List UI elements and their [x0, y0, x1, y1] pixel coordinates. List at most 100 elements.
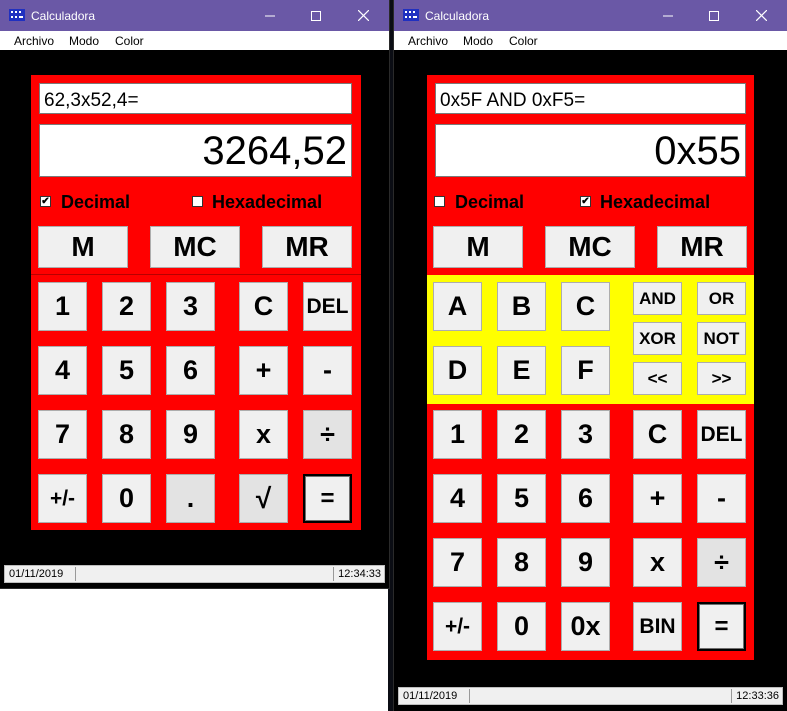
status-spacer [75, 567, 334, 581]
key-0[interactable]: 0 [497, 602, 546, 651]
minimize-icon [265, 15, 275, 16]
key-4[interactable]: 4 [38, 346, 87, 395]
hex-key-a[interactable]: A [433, 282, 482, 331]
calculator-panel: 0x5F AND 0xF5= 0x55 Decimal ✔ Hexadecima… [427, 75, 754, 660]
memory-clear-button[interactable]: MC [150, 226, 240, 268]
divider [31, 274, 361, 275]
status-bar: 01/11/2019 12:33:36 [398, 687, 783, 705]
hex-key-f[interactable]: F [561, 346, 610, 395]
delete-button[interactable]: DEL [303, 282, 352, 331]
key-6[interactable]: 6 [166, 346, 215, 395]
calculator-icon [403, 9, 419, 21]
minus-button[interactable]: - [303, 346, 352, 395]
decimal-label: Decimal [61, 192, 131, 212]
key-8[interactable]: 8 [497, 538, 546, 587]
key-7[interactable]: 7 [433, 538, 482, 587]
hex-key-c[interactable]: C [561, 282, 610, 331]
divide-button[interactable]: ÷ [697, 538, 746, 587]
decimal-checkbox[interactable]: ✔ [40, 196, 51, 207]
result-display: 0x55 [435, 124, 746, 177]
equals-button[interactable]: = [697, 602, 746, 651]
not-button[interactable]: NOT [697, 322, 746, 355]
key-2[interactable]: 2 [102, 282, 151, 331]
calculator-icon [9, 9, 25, 21]
title-bar[interactable]: Calculadora [394, 0, 787, 31]
key-3[interactable]: 3 [561, 410, 610, 459]
shift-left-button[interactable]: << [633, 362, 682, 395]
clear-button[interactable]: C [239, 282, 288, 331]
memory-clear-button[interactable]: MC [545, 226, 635, 268]
minus-button[interactable]: - [697, 474, 746, 523]
hex-key-e[interactable]: E [497, 346, 546, 395]
maximize-icon [311, 10, 321, 21]
minimize-button[interactable] [247, 0, 293, 31]
and-button[interactable]: AND [633, 282, 682, 315]
key-9[interactable]: 9 [166, 410, 215, 459]
key-0[interactable]: 0 [102, 474, 151, 523]
title-bar[interactable]: Calculadora [0, 0, 389, 31]
key-3[interactable]: 3 [166, 282, 215, 331]
menu-modo[interactable]: Modo [69, 34, 99, 48]
key-8[interactable]: 8 [102, 410, 151, 459]
close-button[interactable] [340, 0, 386, 31]
menu-archivo[interactable]: Archivo [408, 34, 448, 48]
menu-bar: Archivo Modo Color [0, 31, 389, 50]
key-4[interactable]: 4 [433, 474, 482, 523]
memory-recall-button[interactable]: MR [657, 226, 747, 268]
sign-toggle-button[interactable]: +/- [38, 474, 87, 523]
memory-store-button[interactable]: M [38, 226, 128, 268]
minimize-button[interactable] [645, 0, 691, 31]
xor-button[interactable]: XOR [633, 322, 682, 355]
window-title: Calculadora [425, 9, 490, 23]
key-7[interactable]: 7 [38, 410, 87, 459]
key-9[interactable]: 9 [561, 538, 610, 587]
multiply-button[interactable]: x [239, 410, 288, 459]
hex-prefix-button[interactable]: 0x [561, 602, 610, 651]
binary-button[interactable]: BIN [633, 602, 682, 651]
expression-display: 62,3x52,4= [39, 83, 352, 114]
clear-button[interactable]: C [633, 410, 682, 459]
hexadecimal-checkbox[interactable] [192, 196, 203, 207]
result-display: 3264,52 [39, 124, 352, 177]
key-5[interactable]: 5 [102, 346, 151, 395]
hexadecimal-label: Hexadecimal [600, 192, 711, 212]
delete-button[interactable]: DEL [697, 410, 746, 459]
hex-key-b[interactable]: B [497, 282, 546, 331]
key-5[interactable]: 5 [497, 474, 546, 523]
key-2[interactable]: 2 [497, 410, 546, 459]
menu-color[interactable]: Color [509, 34, 538, 48]
decimal-checkbox[interactable] [434, 196, 445, 207]
decimal-point-button[interactable]: . [166, 474, 215, 523]
multiply-button[interactable]: x [633, 538, 682, 587]
key-6[interactable]: 6 [561, 474, 610, 523]
square-root-button[interactable]: √ [239, 474, 288, 523]
menu-archivo[interactable]: Archivo [14, 34, 54, 48]
equals-button[interactable]: = [303, 474, 352, 523]
status-bar: 01/11/2019 12:34:33 [4, 565, 385, 583]
status-date: 01/11/2019 [9, 568, 64, 580]
key-1[interactable]: 1 [38, 282, 87, 331]
or-button[interactable]: OR [697, 282, 746, 315]
status-time: 12:33:36 [736, 690, 779, 702]
divide-button[interactable]: ÷ [303, 410, 352, 459]
calculator-window-hex: Calculadora Archivo Modo Color 0x5F AND … [394, 0, 787, 711]
decimal-label: Decimal [455, 192, 525, 212]
status-time: 12:34:33 [338, 568, 381, 580]
calculator-window-decimal: Calculadora Archivo Modo Color 62,3x52,4… [0, 0, 389, 588]
menu-modo[interactable]: Modo [463, 34, 493, 48]
plus-button[interactable]: + [239, 346, 288, 395]
shift-right-button[interactable]: >> [697, 362, 746, 395]
maximize-button[interactable] [691, 0, 737, 31]
memory-store-button[interactable]: M [433, 226, 523, 268]
close-button[interactable] [738, 0, 784, 31]
maximize-icon [709, 10, 719, 21]
calculator-panel: 62,3x52,4= 3264,52 ✔ Decimal Hexadecimal… [31, 75, 361, 530]
hex-key-d[interactable]: D [433, 346, 482, 395]
maximize-button[interactable] [293, 0, 339, 31]
memory-recall-button[interactable]: MR [262, 226, 352, 268]
hexadecimal-checkbox[interactable]: ✔ [580, 196, 591, 207]
menu-color[interactable]: Color [115, 34, 144, 48]
key-1[interactable]: 1 [433, 410, 482, 459]
plus-button[interactable]: + [633, 474, 682, 523]
sign-toggle-button[interactable]: +/- [433, 602, 482, 651]
